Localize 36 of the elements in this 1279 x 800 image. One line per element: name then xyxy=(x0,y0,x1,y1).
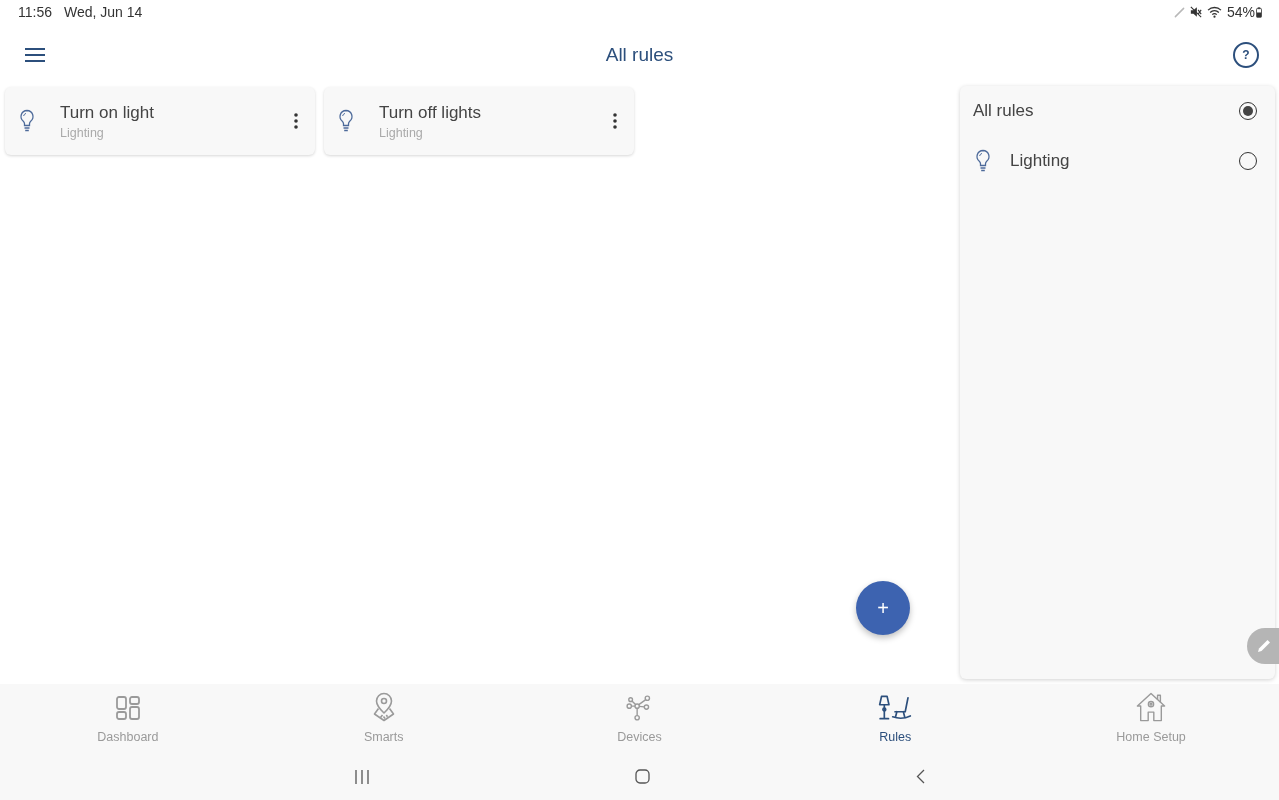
more-icon[interactable] xyxy=(613,113,617,129)
battery-icon xyxy=(1256,6,1262,18)
network-nodes-icon xyxy=(626,695,653,721)
pencil-icon xyxy=(1256,638,1272,654)
bulb-icon xyxy=(975,149,991,173)
filter-option[interactable]: Lighting xyxy=(960,136,1275,186)
dashboard-icon xyxy=(115,696,140,720)
rule-category: Lighting xyxy=(379,125,424,140)
recents-icon[interactable] xyxy=(354,769,369,784)
pen-icon xyxy=(1173,6,1185,18)
filter-label: Lighting xyxy=(1010,151,1071,171)
bulb-icon xyxy=(338,109,354,133)
menu-icon[interactable] xyxy=(25,48,45,62)
wifi-icon xyxy=(1206,6,1222,18)
back-icon[interactable] xyxy=(915,769,925,784)
add-button[interactable]: + xyxy=(856,581,910,635)
map-pin-icon xyxy=(372,692,395,722)
status-date: Wed, Jun 14 xyxy=(64,4,143,20)
rule-category: Lighting xyxy=(60,125,105,140)
help-button[interactable]: ? xyxy=(1233,42,1259,68)
mute-icon xyxy=(1189,6,1202,18)
lamp-and-chair-icon xyxy=(878,695,913,721)
bulb-icon xyxy=(19,109,35,133)
battery-percent: 54% xyxy=(1226,4,1255,20)
home-icon[interactable] xyxy=(634,769,650,784)
house-gear-icon xyxy=(1136,692,1167,722)
nav-tab[interactable]: Rules xyxy=(878,684,913,750)
rule-title: Turn on light xyxy=(60,102,155,123)
rule-title: Turn off lights xyxy=(379,102,483,123)
page-title: All rules xyxy=(605,44,674,66)
rule-card[interactable]: Turn off lights Lighting xyxy=(324,87,634,155)
filter-option[interactable]: All rules xyxy=(960,86,1275,136)
more-icon[interactable] xyxy=(294,113,298,129)
status-time: 11:56 xyxy=(18,4,52,20)
filter-label: All rules xyxy=(973,101,1035,121)
rule-card[interactable]: Turn on light Lighting xyxy=(5,87,315,155)
